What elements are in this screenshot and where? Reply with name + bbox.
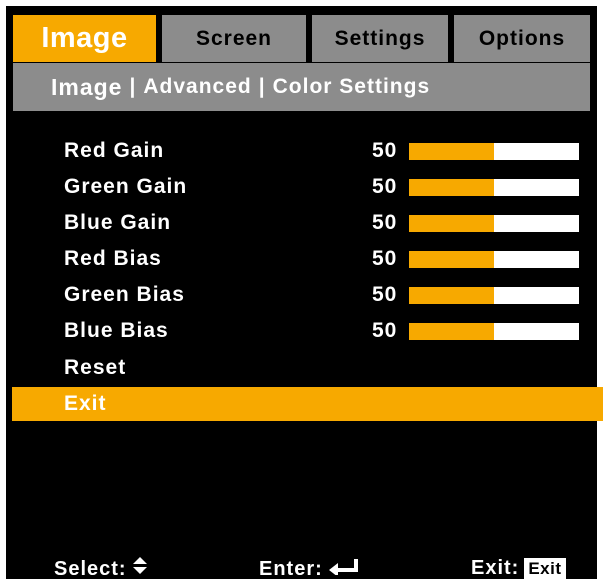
breadcrumb-separator: |: [258, 75, 266, 98]
breadcrumb: Image | Advanced | Color Settings: [13, 63, 590, 111]
breadcrumb-separator: |: [129, 75, 137, 98]
slider-fill: [409, 215, 494, 232]
enter-return-icon: [328, 557, 359, 581]
key-hints-footer: Select: Enter: Exit: Exit: [6, 551, 597, 581]
breadcrumb-current: Image: [51, 73, 123, 100]
menu-item-blue-bias[interactable]: Blue Bias 50: [12, 314, 603, 348]
tab-image[interactable]: Image: [13, 15, 156, 62]
slider-fill: [409, 179, 494, 196]
menu-item-value: 50: [372, 139, 398, 162]
menu-item-label: Blue Gain: [64, 211, 172, 234]
breadcrumb-advanced[interactable]: Advanced: [143, 75, 251, 99]
level-slider[interactable]: [409, 251, 579, 268]
menu-tabs: Image Screen Settings Options: [13, 15, 590, 62]
menu-item-exit[interactable]: Exit: [12, 387, 603, 421]
tab-options[interactable]: Options: [454, 15, 590, 62]
slider-fill: [409, 143, 494, 160]
breadcrumb-color-settings[interactable]: Color Settings: [273, 75, 431, 99]
slider-fill: [409, 287, 494, 304]
level-slider[interactable]: [409, 179, 579, 196]
menu-item-label: Red Gain: [64, 139, 165, 162]
select-hint: Select:: [54, 557, 147, 581]
menu-item-red-gain[interactable]: Red Gain 50: [12, 134, 603, 168]
tab-screen[interactable]: Screen: [162, 15, 306, 62]
level-slider[interactable]: [409, 287, 579, 304]
slider-fill: [409, 323, 494, 340]
menu-item-blue-gain[interactable]: Blue Gain 50: [12, 206, 603, 240]
menu-item-green-gain[interactable]: Green Gain 50: [12, 170, 603, 204]
menu-item-label: Blue Bias: [64, 319, 169, 342]
menu-item-reset[interactable]: Reset: [12, 351, 603, 385]
menu-item-green-bias[interactable]: Green Bias 50: [12, 278, 603, 312]
menu-item-value: 50: [372, 247, 398, 270]
slider-fill: [409, 251, 494, 268]
menu-item-value: 50: [372, 319, 398, 342]
level-slider[interactable]: [409, 215, 579, 232]
menu-item-label: Green Bias: [64, 283, 185, 306]
enter-hint: Enter:: [259, 557, 359, 581]
menu-item-value: 50: [372, 211, 398, 234]
menu-item-value: 50: [372, 283, 398, 306]
level-slider[interactable]: [409, 323, 579, 340]
menu-item-label: Red Bias: [64, 247, 162, 270]
menu-item-red-bias[interactable]: Red Bias 50: [12, 242, 603, 276]
menu-item-value: 50: [372, 175, 398, 198]
select-hint-label: Select:: [54, 557, 127, 580]
up-down-arrows-icon: [132, 557, 147, 581]
exit-key-badge: Exit: [524, 557, 566, 580]
menu-item-label: Reset: [64, 356, 127, 379]
osd-menu: Image Screen Settings Options Image | Ad…: [6, 6, 603, 581]
tab-settings[interactable]: Settings: [312, 15, 448, 62]
menu-item-label: Green Gain: [64, 175, 188, 198]
enter-hint-label: Enter:: [259, 557, 323, 580]
exit-hint: Exit: Exit: [471, 557, 566, 580]
exit-hint-label: Exit:: [471, 557, 520, 579]
level-slider[interactable]: [409, 143, 579, 160]
menu-item-label: Exit: [64, 392, 107, 415]
